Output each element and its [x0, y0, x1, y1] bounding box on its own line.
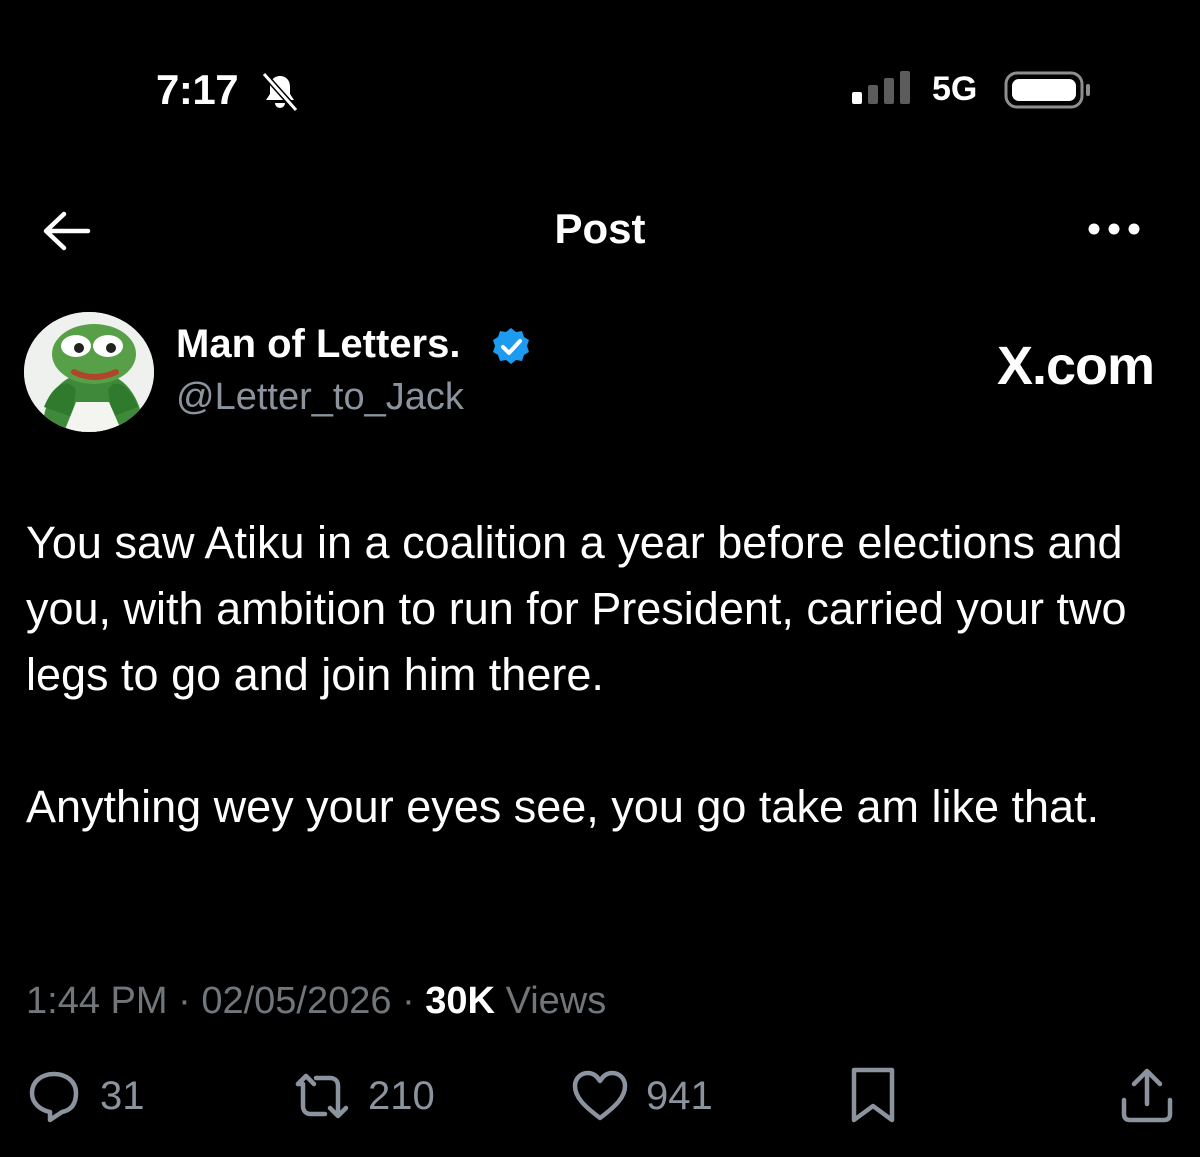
share-icon[interactable]: [1116, 1064, 1178, 1126]
views-label: Views: [505, 980, 607, 1022]
post-time[interactable]: 1:44 PM: [26, 980, 168, 1022]
frog-avatar-icon: [24, 312, 154, 432]
repost-icon: [295, 1073, 349, 1119]
post-text: You saw Atiku in a coalition a year befo…: [26, 510, 1166, 906]
bookmark-icon[interactable]: [842, 1064, 904, 1126]
author-name[interactable]: Man of Letters.: [176, 322, 460, 367]
reply-count: 31: [100, 1073, 145, 1118]
bell-slash-icon: [261, 72, 299, 112]
back-arrow-icon[interactable]: [40, 208, 92, 254]
author-handle[interactable]: @Letter_to_Jack: [176, 376, 464, 419]
views-count: 30K: [425, 980, 495, 1022]
like-icon: [572, 1070, 628, 1121]
signal-icon: [852, 71, 910, 104]
meta-separator: ·: [178, 980, 191, 1022]
battery-icon: [1004, 71, 1090, 109]
status-time: 7:17: [156, 66, 239, 113]
post-meta: 1:44 PM · 02/05/2026 · 30K Views: [26, 980, 606, 1023]
verified-badge-icon: [493, 328, 529, 364]
post-paragraph: You saw Atiku in a coalition a year befo…: [26, 517, 1127, 700]
reply-button[interactable]: 31: [24, 1064, 145, 1128]
post-date[interactable]: 02/05/2026: [201, 980, 391, 1022]
like-count: 941: [646, 1073, 713, 1118]
watermark: X.com: [996, 336, 1155, 396]
more-icon[interactable]: [1086, 214, 1142, 244]
repost-button[interactable]: 210: [292, 1064, 435, 1128]
repost-count: 210: [368, 1073, 435, 1118]
network-type: 5G: [932, 70, 978, 108]
meta-separator: ·: [402, 980, 415, 1022]
page-title: Post: [554, 205, 646, 252]
avatar[interactable]: [24, 312, 154, 432]
like-button[interactable]: 941: [570, 1064, 713, 1128]
reply-icon: [29, 1071, 79, 1123]
post-paragraph: Anything wey your eyes see, you go take …: [26, 781, 1100, 832]
